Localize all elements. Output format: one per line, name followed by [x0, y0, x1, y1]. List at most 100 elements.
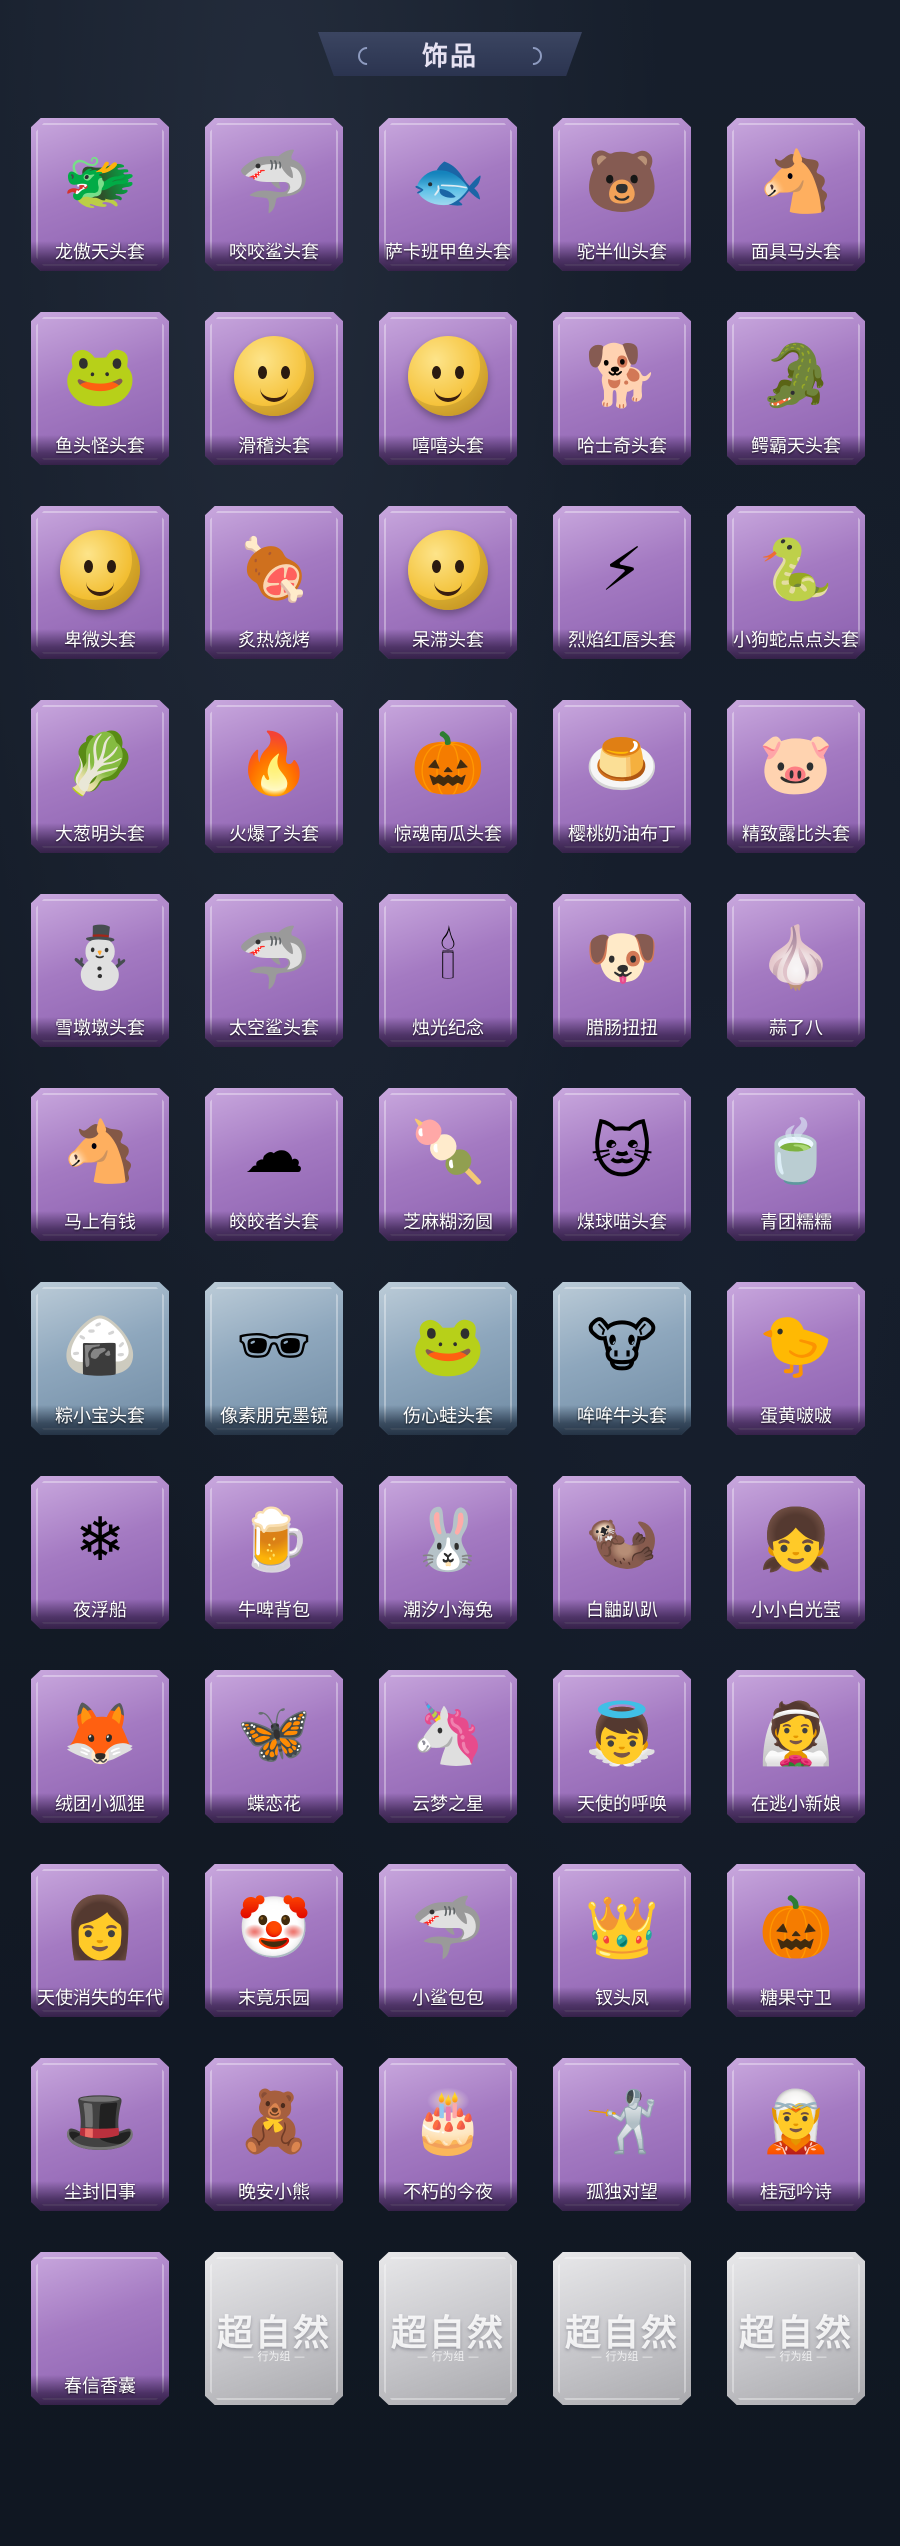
- accessory-card[interactable]: 🎩 尘封旧事: [31, 2058, 169, 2211]
- pikachu-mask-icon: ⚡: [600, 535, 644, 605]
- accessory-card[interactable]: 🔥 火爆了头套: [205, 700, 343, 853]
- snake-mask-icon: 🐍: [758, 535, 834, 605]
- accessory-card[interactable]: ❄ 夜浮船: [31, 1476, 169, 1629]
- locked-accessory-card[interactable]: 超自然 — 行为组 —: [205, 2252, 343, 2405]
- accessory-card[interactable]: 👰 在逃小新娘: [727, 1670, 865, 1823]
- accessory-card[interactable]: 🥬 大葱明头套: [31, 700, 169, 853]
- accessory-card[interactable]: 🐕 哈士奇头套: [553, 312, 691, 465]
- accessory-name: 腊肠扭扭: [586, 1018, 658, 1039]
- accessory-card[interactable]: 滑稽头套: [205, 312, 343, 465]
- accessory-name: 粽小宝头套: [55, 1406, 145, 1427]
- accessory-card[interactable]: 🐴 面具马头套: [727, 118, 865, 271]
- chick-plush-icon: 🐤: [758, 1311, 834, 1381]
- locked-accessory-card[interactable]: 超自然 — 行为组 —: [553, 2252, 691, 2405]
- accessory-name: 小小白光莹: [751, 1600, 841, 1621]
- accessory-card[interactable]: 🍙 粽小宝头套: [31, 1282, 169, 1435]
- accessory-name: 鳄霸天头套: [751, 436, 841, 457]
- accessory-card[interactable]: 🍡 芝麻糊汤圆: [379, 1088, 517, 1241]
- accessory-card[interactable]: 🐮 哞哞牛头套: [553, 1282, 691, 1435]
- accessory-card[interactable]: 🐰 潮汐小海兔: [379, 1476, 517, 1629]
- accessory-name: 蒜了八: [769, 1018, 823, 1039]
- accessory-card[interactable]: 🐷 精致露比头套: [727, 700, 865, 853]
- accessory-name: 小鲨包包: [412, 1988, 484, 2009]
- accessory-card[interactable]: 呆滞头套: [379, 506, 517, 659]
- accessory-name: 萨卡班甲鱼头套: [385, 242, 511, 263]
- sausage-dog-mask-icon: 🐶: [584, 923, 660, 993]
- accessory-card[interactable]: 🧸 晚安小熊: [205, 2058, 343, 2211]
- dumpling-mask-icon: 🍡: [410, 1117, 486, 1187]
- dragon-mask-icon: 🐲: [62, 147, 138, 217]
- shark-bag-charm-icon: 🦈: [410, 1893, 486, 1963]
- accessory-card[interactable]: 🤺 孤独对望: [553, 2058, 691, 2211]
- accessory-card[interactable]: 🍮 樱桃奶油布丁: [553, 700, 691, 853]
- fish-mask-icon: 🐟: [410, 147, 486, 217]
- accessory-card[interactable]: 👼 天使的呼唤: [553, 1670, 691, 1823]
- accessory-card[interactable]: 🦊 绒团小狐狸: [31, 1670, 169, 1823]
- accessory-card[interactable]: 🐻 驼半仙头套: [553, 118, 691, 271]
- accessory-card[interactable]: 🍺 牛啤背包: [205, 1476, 343, 1629]
- pumpkin-mask-icon: 🎃: [410, 729, 486, 799]
- accessory-card[interactable]: 🐤 蛋黄啵啵: [727, 1282, 865, 1435]
- accessory-name: 天使的呼唤: [577, 1794, 667, 1815]
- knight-doll-charm-icon: 🤺: [584, 2087, 660, 2157]
- accessory-card[interactable]: ⛄ 雪墩墩头套: [31, 894, 169, 1047]
- accessory-card[interactable]: 🐊 鳄霸天头套: [727, 312, 865, 465]
- accessory-card[interactable]: 🍖 炙热烧烤: [205, 506, 343, 659]
- stare-face-mask-icon: [398, 520, 498, 620]
- sachet-charm-icon: [50, 2266, 150, 2366]
- accessory-name: 嘻嘻头套: [412, 436, 484, 457]
- accessory-name: 在逃小新娘: [751, 1794, 841, 1815]
- locked-accessory-card[interactable]: 超自然 — 行为组 —: [379, 2252, 517, 2405]
- accessory-card[interactable]: 👑 钗头凤: [553, 1864, 691, 2017]
- accessory-card[interactable]: 🎂 不朽的今夜: [379, 2058, 517, 2211]
- pudding-mask-icon: 🍮: [584, 729, 660, 799]
- accessory-name: 面具马头套: [751, 242, 841, 263]
- accessory-card[interactable]: 🦋 蝶恋花: [205, 1670, 343, 1823]
- accessory-card[interactable]: 春信香囊: [31, 2252, 169, 2405]
- locked-watermark-subtitle: — 行为组 —: [591, 2350, 653, 2363]
- accessory-card[interactable]: 🐲 龙傲天头套: [31, 118, 169, 271]
- accessory-name: 炙热烧烤: [238, 630, 310, 651]
- accessory-name: 绒团小狐狸: [55, 1794, 145, 1815]
- accessory-card[interactable]: 🕶 像素朋克墨镜: [205, 1282, 343, 1435]
- accessory-card[interactable]: 👩 天使消失的年代: [31, 1864, 169, 2017]
- accessory-card[interactable]: ☁ 皎皎者头套: [205, 1088, 343, 1241]
- accessory-card[interactable]: ⚡ 烈焰红唇头套: [553, 506, 691, 659]
- accessory-card[interactable]: 🐸 鱼头怪头套: [31, 312, 169, 465]
- locked-accessory-card[interactable]: 超自然 — 行为组 —: [727, 2252, 865, 2405]
- accessory-name: 烛光纪念: [412, 1018, 484, 1039]
- accessory-card[interactable]: 🎃 糖果守卫: [727, 1864, 865, 2017]
- accessory-name: 钗头凤: [595, 1988, 649, 2009]
- accessory-card[interactable]: 🐶 腊肠扭扭: [553, 894, 691, 1047]
- accessory-name: 青团糯糯: [760, 1212, 832, 1233]
- shark-mask-icon: 🦈: [236, 147, 312, 217]
- fire-mask-icon: 🔥: [236, 729, 312, 799]
- accessory-card[interactable]: 卑微头套: [31, 506, 169, 659]
- accessory-card[interactable]: 🐱 煤球喵头套: [553, 1088, 691, 1241]
- accessory-name: 樱桃奶油布丁: [568, 824, 676, 845]
- accessory-card[interactable]: 🦈 小鲨包包: [379, 1864, 517, 2017]
- accessory-card[interactable]: 🐴 马上有钱: [31, 1088, 169, 1241]
- teddy-bear-charm-icon: 🧸: [236, 2087, 312, 2157]
- accessory-card[interactable]: 🦈 咬咬鲨头套: [205, 118, 343, 271]
- accessory-card[interactable]: 🦄 云梦之星: [379, 1670, 517, 1823]
- accessory-card[interactable]: 🍵 青团糯糯: [727, 1088, 865, 1241]
- accessory-card[interactable]: 🐍 小狗蛇点点头套: [727, 506, 865, 659]
- phoenix-crown-charm-icon: 👑: [584, 1893, 660, 1963]
- accessory-card[interactable]: 🐸 伤心蛙头套: [379, 1282, 517, 1435]
- accessory-name: 雪墩墩头套: [55, 1018, 145, 1039]
- accessory-name: 蛋黄啵啵: [760, 1406, 832, 1427]
- scallion-mask-icon: 🥬: [62, 729, 138, 799]
- accessory-card[interactable]: 🎃 惊魂南瓜头套: [379, 700, 517, 853]
- accessory-card[interactable]: 🧝 桂冠吟诗: [727, 2058, 865, 2211]
- accessory-card[interactable]: 🤡 末竟乐园: [205, 1864, 343, 2017]
- locked-watermark-subtitle: — 行为组 —: [417, 2350, 479, 2363]
- smirk-face-mask-icon: [224, 326, 324, 426]
- accessory-card[interactable]: 嘻嘻头套: [379, 312, 517, 465]
- accessory-card[interactable]: 🕯 烛光纪念: [379, 894, 517, 1047]
- accessory-card[interactable]: 🦈 太空鲨头套: [205, 894, 343, 1047]
- accessory-card[interactable]: 🐟 萨卡班甲鱼头套: [379, 118, 517, 271]
- accessory-card[interactable]: 👧 小小白光莹: [727, 1476, 865, 1629]
- accessory-card[interactable]: 🦦 白鼬趴趴: [553, 1476, 691, 1629]
- accessory-card[interactable]: 🧄 蒜了八: [727, 894, 865, 1047]
